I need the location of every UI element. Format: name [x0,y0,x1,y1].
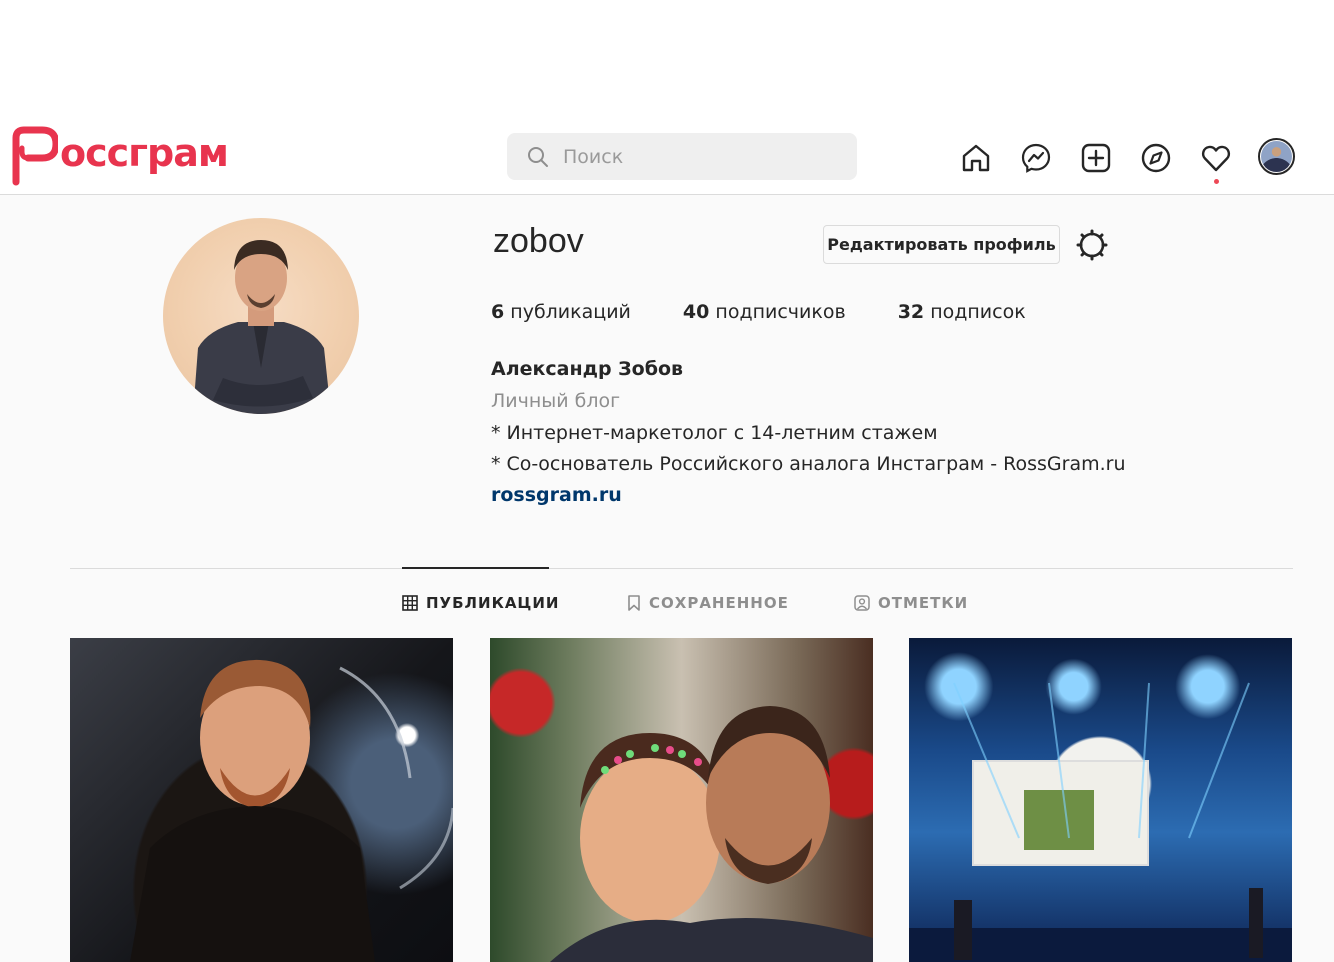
profile-stats: 6 публикаций 40 подписчиков 32 подписок [491,301,1078,323]
search-box[interactable] [507,133,857,180]
tagged-icon [854,595,870,611]
search-icon [528,146,548,167]
home-icon[interactable] [955,138,997,178]
following-count: 32 [897,301,925,323]
followers-stat[interactable]: 40 подписчиков [683,301,846,323]
explore-icon[interactable] [1135,138,1177,178]
avatar-image [1261,141,1292,172]
notification-dot [1214,179,1219,184]
rossgram-logo[interactable]: оссграм [10,124,229,186]
followers-count: 40 [682,301,710,323]
post-image [130,659,453,962]
active-tab-indicator [402,567,549,569]
profile-photo [193,240,331,414]
search-input[interactable] [563,145,833,168]
posts-label: публикаций [510,301,631,323]
post-thumbnail[interactable] [909,638,1292,962]
tab-posts[interactable]: ПУБЛИКАЦИИ [402,594,559,612]
profile-category: Личный блог [491,390,621,412]
bio-line: * Интернет-маркетолог с 14-летним стажем [491,422,938,444]
tab-posts-label: ПУБЛИКАЦИИ [426,594,560,612]
profile-full-name: Александр Зобов [491,358,684,380]
followers-label: подписчиков [715,301,846,323]
grid-icon [402,595,418,611]
post-thumbnail[interactable] [70,638,453,962]
bio-line: * Со-основатель Российского аналога Инст… [491,453,1126,475]
posts-stat: 6 публикаций [491,301,631,323]
tab-saved[interactable]: СОХРАНЕННОЕ [627,594,789,612]
new-post-icon[interactable] [1075,138,1117,178]
following-stat[interactable]: 32 подписок [898,301,1026,323]
logo-text: оссграм [60,131,229,175]
edit-profile-button[interactable]: Редактировать профиль [823,225,1060,264]
tab-tagged[interactable]: ОТМЕТКИ [854,594,968,612]
profile-avatar[interactable] [163,218,359,414]
settings-icon[interactable] [1075,228,1109,262]
post-image [909,682,1292,962]
tab-saved-label: СОХРАНЕННОЕ [649,594,789,612]
post-image [550,706,873,962]
activity-heart-icon[interactable] [1195,138,1237,184]
profile-username: zobov [493,222,584,260]
rossgram-logo-mark [12,126,58,186]
profile-website-link[interactable]: rossgram.ru [491,484,622,506]
post-thumbnail[interactable] [490,638,873,962]
posts-count: 6 [491,301,505,323]
tab-tagged-label: ОТМЕТКИ [878,594,969,612]
tabs-divider [70,568,1293,569]
bookmark-icon [627,595,641,611]
header-nav [955,138,1255,184]
profile-avatar-nav[interactable] [1258,138,1295,175]
following-label: подписок [930,301,1026,323]
messenger-icon[interactable] [1015,138,1057,178]
